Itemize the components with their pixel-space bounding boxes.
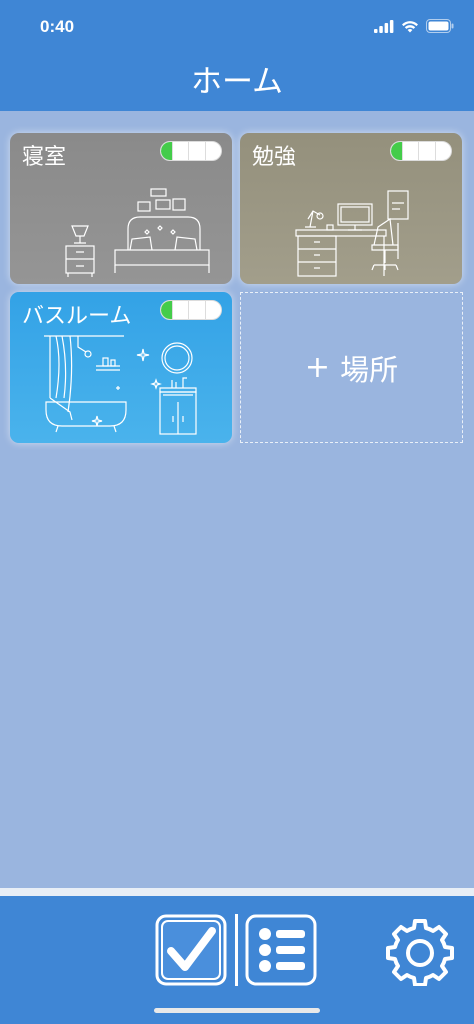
tab-checklist[interactable] bbox=[155, 914, 227, 986]
room-toggle[interactable] bbox=[390, 141, 452, 161]
add-place-button[interactable]: + 場所 bbox=[240, 292, 463, 443]
gear-icon bbox=[386, 919, 454, 987]
room-name: バスルーム bbox=[22, 304, 132, 329]
app-header: 0:40 ホーム bbox=[0, 0, 474, 111]
tab-list[interactable] bbox=[245, 914, 317, 986]
wifi-icon bbox=[402, 20, 418, 32]
list-icon bbox=[245, 914, 317, 986]
room-toggle[interactable] bbox=[160, 141, 222, 161]
room-card-bedroom[interactable]: 寝室 bbox=[10, 133, 232, 284]
settings-button[interactable] bbox=[385, 916, 455, 987]
checkbox-icon bbox=[155, 914, 227, 986]
page-title: ホーム bbox=[190, 64, 284, 100]
add-place-label: 場所 bbox=[340, 352, 399, 387]
plus-icon: + bbox=[304, 350, 331, 385]
battery-icon bbox=[426, 19, 454, 33]
room-card-study[interactable]: 勉強 bbox=[240, 133, 462, 284]
room-name: 勉強 bbox=[252, 145, 297, 170]
status-time: 0:40 bbox=[40, 17, 75, 36]
tab-separator bbox=[235, 914, 238, 986]
tabbar-divider bbox=[0, 888, 474, 896]
cellular-signal-icon bbox=[374, 19, 394, 33]
room-toggle[interactable] bbox=[160, 300, 222, 320]
room-card-bathroom[interactable]: バスルーム bbox=[10, 292, 232, 443]
rooms-grid: 寝室 勉強 バスルーム + 場所 bbox=[0, 111, 474, 888]
room-name: 寝室 bbox=[22, 145, 67, 170]
status-icons bbox=[374, 18, 454, 34]
home-indicator bbox=[154, 1008, 320, 1013]
bottom-tab-bar bbox=[0, 896, 474, 1024]
